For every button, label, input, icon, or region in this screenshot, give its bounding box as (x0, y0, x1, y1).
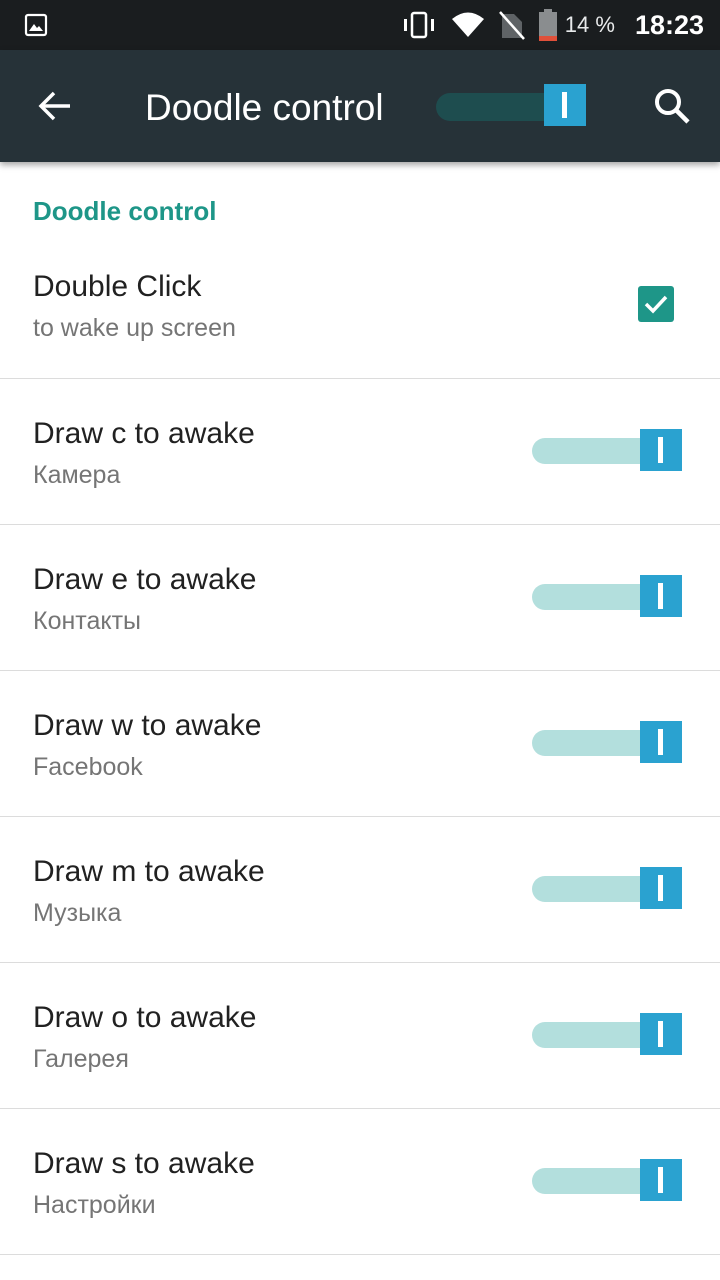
gesture-row-s[interactable]: Draw s to awake Настройки (0, 1109, 720, 1254)
battery-icon (538, 9, 557, 41)
vibrate-icon (401, 11, 437, 39)
row-title: Draw c to awake (33, 417, 255, 450)
section-header: Doodle control (33, 196, 217, 226)
switch-thumb (640, 867, 682, 909)
row-subtitle: Камера (33, 461, 121, 489)
switch-thumb (544, 84, 586, 126)
gesture-row-m[interactable]: Draw m to awake Музыка (0, 817, 720, 962)
row-title: Draw w to awake (33, 709, 262, 742)
gesture-toggle-w[interactable] (532, 721, 684, 765)
page-title: Doodle control (145, 87, 384, 128)
no-sim-icon (498, 10, 525, 40)
back-button[interactable] (28, 78, 84, 134)
row-subtitle: Контакты (33, 607, 141, 635)
gesture-row-e[interactable]: Draw e to awake Контакты (0, 525, 720, 670)
double-click-checkbox[interactable] (638, 286, 674, 322)
search-button[interactable] (644, 78, 700, 134)
toolbar: Doodle control (0, 50, 720, 162)
gesture-row-c[interactable]: Draw c to awake Камера (0, 379, 720, 524)
row-subtitle: to wake up screen (33, 314, 236, 342)
row-title: Double Click (33, 270, 202, 303)
switch-thumb (640, 429, 682, 471)
battery-percentage: 14 % (564, 12, 615, 37)
master-toggle-switch[interactable] (436, 84, 588, 128)
row-subtitle: Facebook (33, 753, 143, 781)
clock: 18:23 (634, 9, 704, 40)
switch-thumb (640, 1013, 682, 1055)
gesture-toggle-e[interactable] (532, 575, 684, 619)
arrow-back-icon (38, 91, 70, 121)
gesture-toggle-o[interactable] (532, 1013, 684, 1057)
gesture-toggle-m[interactable] (532, 867, 684, 911)
checkmark-icon (644, 295, 668, 314)
row-subtitle: Настройки (33, 1191, 156, 1219)
image-notification-icon (24, 13, 48, 37)
status-bar: 14 % 18:23 (0, 0, 720, 50)
gesture-toggle-s[interactable] (532, 1159, 684, 1203)
double-click-row[interactable]: Double Click to wake up screen (0, 252, 720, 378)
gesture-row-w[interactable]: Draw w to awake Facebook (0, 671, 720, 816)
switch-thumb (640, 1159, 682, 1201)
gesture-row-o[interactable]: Draw o to awake Галерея (0, 963, 720, 1108)
row-title: Draw s to awake (33, 1147, 255, 1180)
row-subtitle: Галерея (33, 1045, 129, 1073)
row-title: Draw o to awake (33, 1001, 257, 1034)
gesture-toggle-c[interactable] (532, 429, 684, 473)
search-icon (655, 89, 690, 124)
row-title: Draw m to awake (33, 855, 265, 888)
switch-thumb (640, 575, 682, 617)
switch-thumb (640, 721, 682, 763)
wifi-icon (451, 12, 485, 38)
row-title: Draw e to awake (33, 563, 257, 596)
divider (0, 1254, 720, 1255)
row-subtitle: Музыка (33, 899, 122, 927)
